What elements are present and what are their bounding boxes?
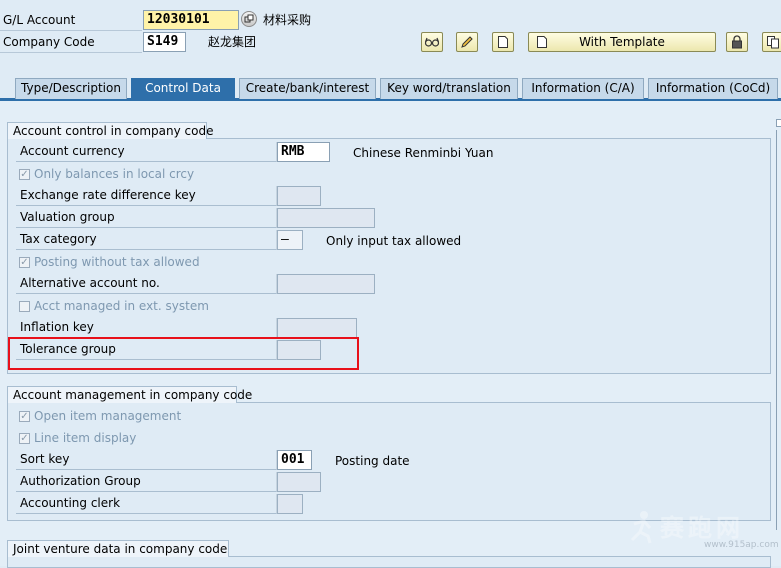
scroll-marker[interactable]	[776, 119, 781, 127]
open-item-label: Open item management	[34, 409, 182, 423]
acct-managed-label: Acct managed in ext. system	[34, 299, 209, 313]
account-management-title: Account management in company code	[7, 386, 252, 403]
account-currency-description: Chinese Renminbi Yuan	[353, 146, 494, 160]
tax-category-input[interactable]: –	[277, 230, 303, 250]
tolerance-group-highlight	[8, 337, 359, 370]
scrollbar[interactable]	[776, 130, 781, 530]
copy-button[interactable]	[762, 32, 781, 52]
tab-information-ca[interactable]: Information (C/A)	[522, 78, 644, 99]
with-template-button[interactable]: With Template	[528, 32, 716, 52]
inflation-key-input[interactable]	[277, 318, 357, 338]
valuation-group-label: Valuation group	[16, 208, 277, 228]
line-item-checkbox[interactable]: ✓	[19, 433, 30, 444]
sort-key-description: Posting date	[335, 454, 410, 468]
copy-icon	[767, 36, 779, 49]
inflation-key-label: Inflation key	[16, 318, 277, 338]
watermark: 赛跑网 www.915ap.com	[626, 508, 779, 558]
line-item-label: Line item display	[34, 431, 137, 445]
gl-account-label: G/L Account	[3, 13, 76, 27]
acct-managed-checkbox[interactable]	[19, 301, 30, 312]
divider	[0, 52, 142, 53]
glasses-icon	[424, 37, 440, 47]
tab-create-bank-interest[interactable]: Create/bank/interest	[239, 78, 376, 99]
posting-without-tax-checkbox[interactable]: ✓	[19, 257, 30, 268]
new-page-icon	[498, 36, 508, 48]
tab-information-cocd[interactable]: Information (CoCd)	[648, 78, 778, 99]
tax-category-description: Only input tax allowed	[326, 234, 462, 248]
lock-button[interactable]	[726, 32, 748, 52]
open-item-checkbox[interactable]: ✓	[19, 411, 30, 422]
watermark-text: 赛跑网	[660, 513, 744, 542]
tab-key-word-translation[interactable]: Key word/translation	[380, 78, 518, 99]
alt-account-label: Alternative account no.	[16, 274, 277, 294]
lock-icon	[732, 35, 742, 49]
accounting-clerk-label: Accounting clerk	[16, 494, 277, 514]
accounting-clerk-input[interactable]	[277, 494, 303, 514]
account-currency-input[interactable]: RMB	[277, 142, 330, 162]
sort-key-label: Sort key	[16, 450, 277, 470]
tab-control-data[interactable]: Control Data	[131, 78, 235, 99]
tab-type-description[interactable]: Type/Description	[15, 78, 127, 99]
company-code-label: Company Code	[3, 35, 95, 49]
gl-account-description: 材料采购	[263, 13, 312, 27]
runner-logo-icon	[630, 511, 652, 544]
posting-without-tax-label: Posting without tax allowed	[34, 255, 200, 269]
account-currency-label: Account currency	[16, 142, 277, 162]
pencil-icon	[461, 36, 473, 48]
only-balances-label: Only balances in local crcy	[34, 167, 195, 181]
new-page-icon	[537, 36, 547, 48]
valuation-group-input[interactable]	[277, 208, 375, 228]
watermark-url: www.915ap.com	[704, 540, 779, 550]
auth-group-input[interactable]	[277, 472, 321, 492]
only-balances-checkbox[interactable]: ✓	[19, 169, 30, 180]
exchange-rate-label: Exchange rate difference key	[16, 186, 277, 206]
account-control-title: Account control in company code	[7, 122, 214, 139]
display-button[interactable]	[421, 32, 443, 52]
tax-category-label: Tax category	[16, 230, 277, 250]
with-template-label: With Template	[579, 35, 665, 49]
joint-venture-title: Joint venture data in company code	[7, 540, 229, 557]
auth-group-label: Authorization Group	[16, 472, 277, 492]
alt-account-input[interactable]	[277, 274, 375, 294]
create-button[interactable]	[492, 32, 514, 52]
lookup-icon[interactable]	[241, 11, 257, 27]
sort-key-input[interactable]: 001	[277, 450, 312, 470]
divider	[0, 30, 142, 31]
change-button[interactable]	[456, 32, 478, 52]
exchange-rate-input[interactable]	[277, 186, 321, 206]
company-code-description: 赵龙集团	[208, 35, 257, 49]
company-code-input[interactable]: S149	[143, 32, 186, 52]
gl-account-input[interactable]: 12030101	[143, 10, 239, 30]
